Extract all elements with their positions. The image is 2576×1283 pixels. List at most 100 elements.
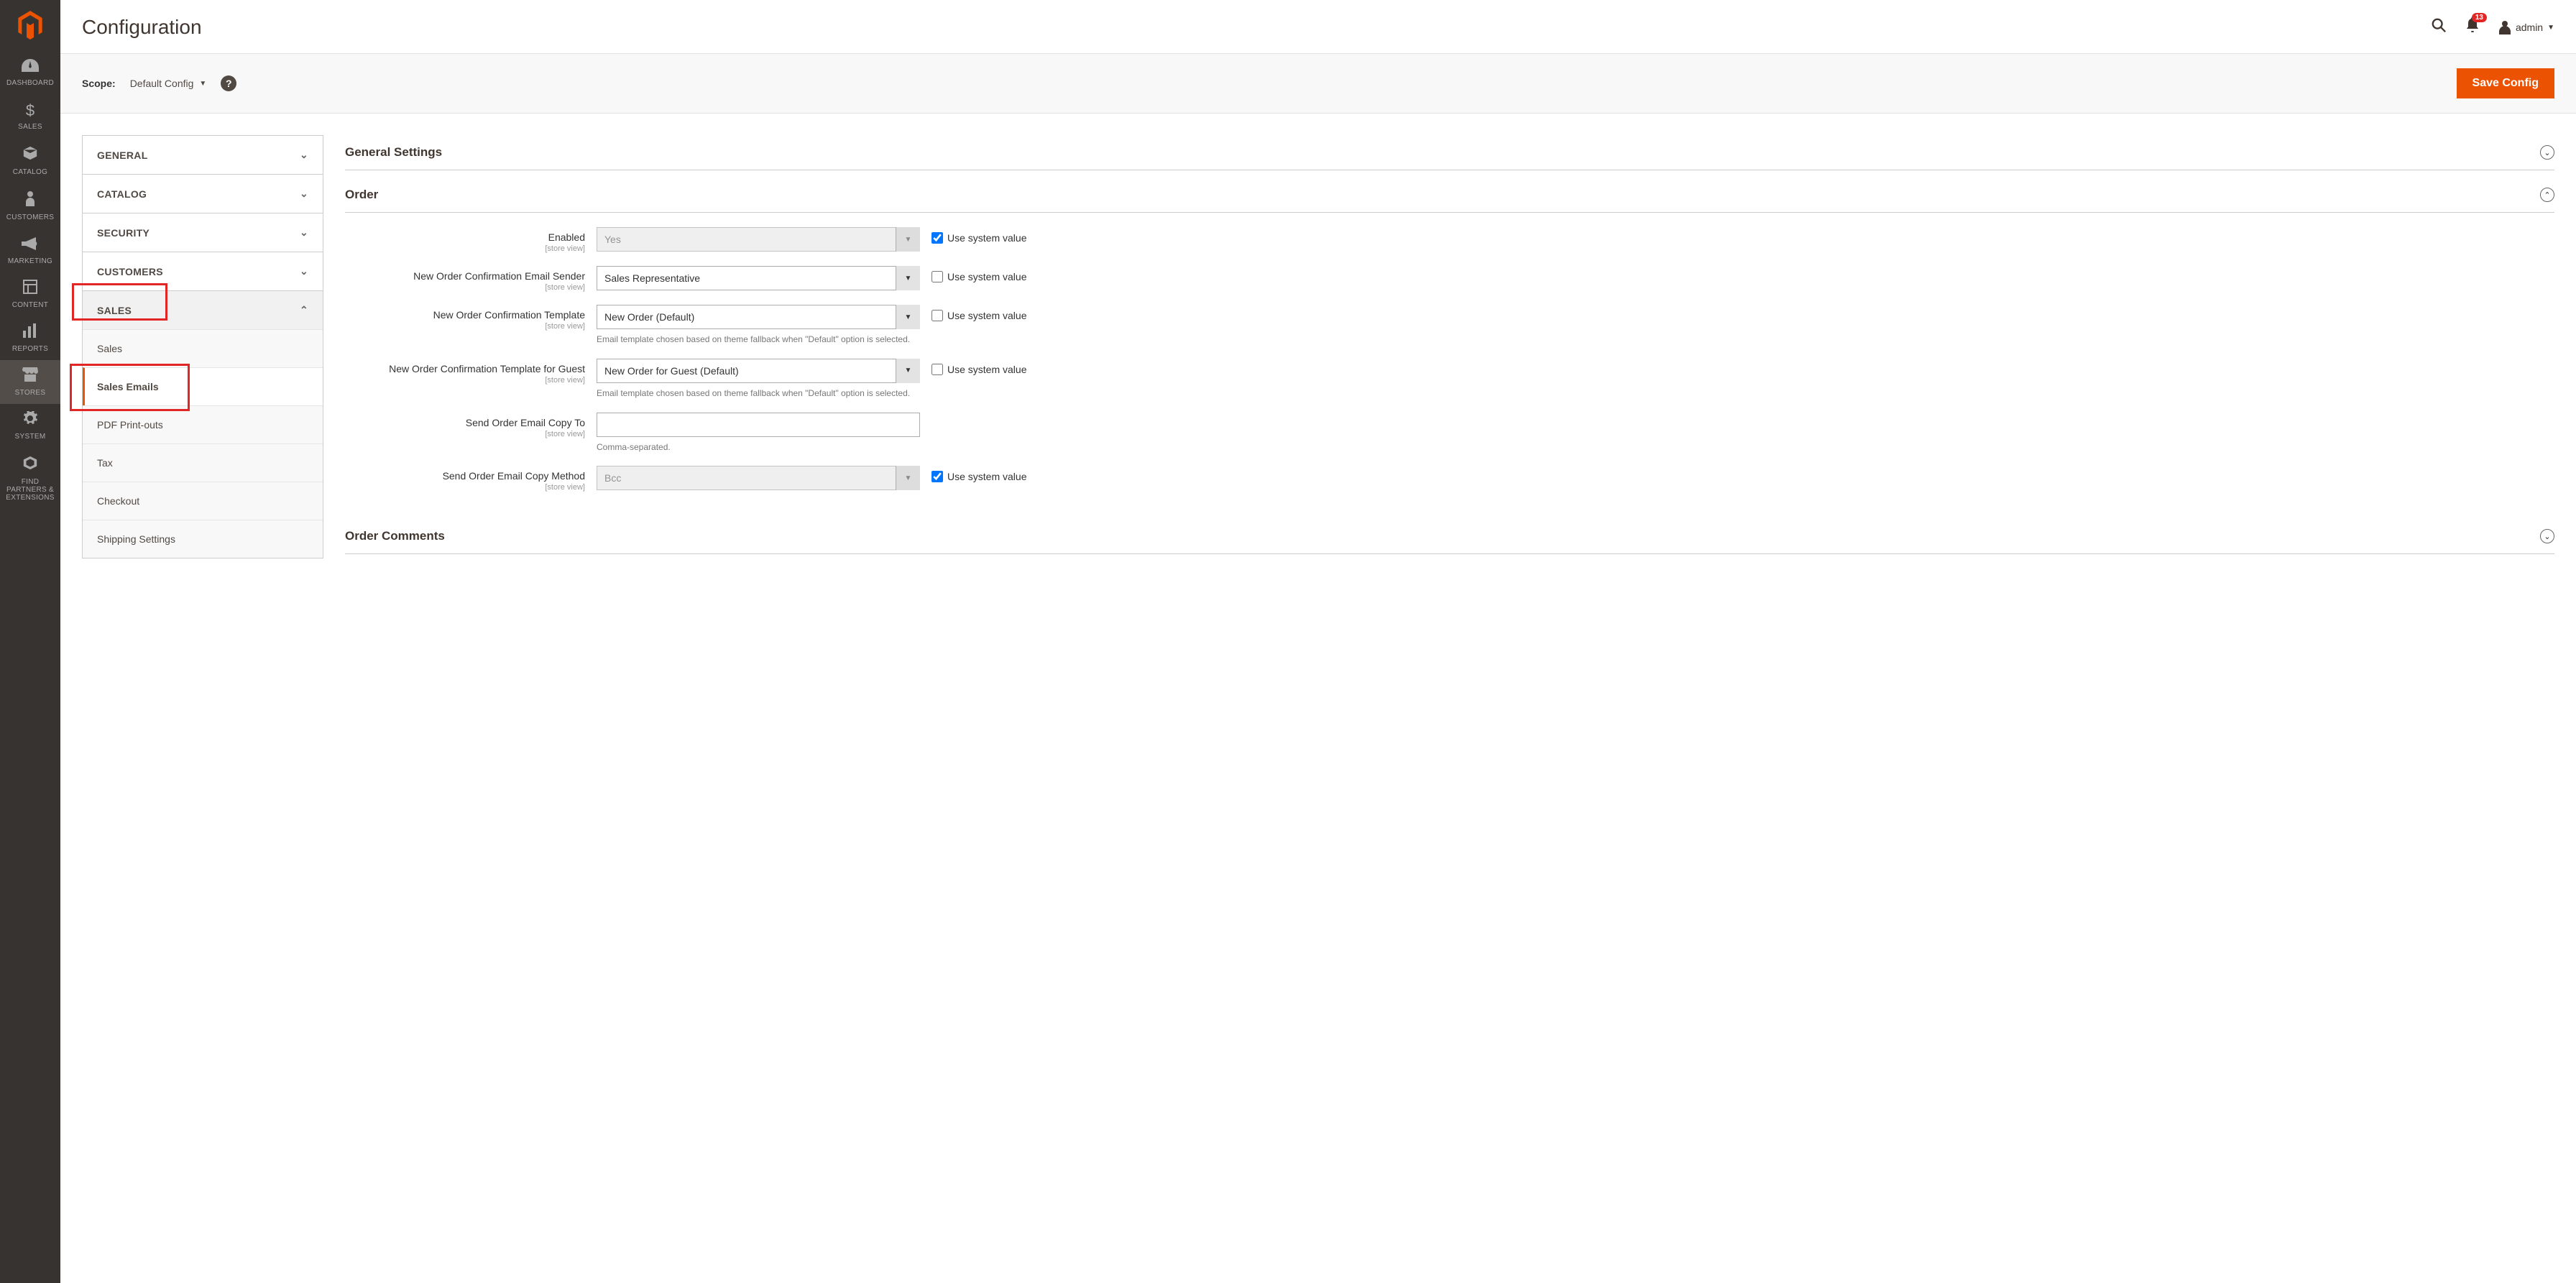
sender-select[interactable]: Sales Representative xyxy=(597,266,920,290)
sidebar-label: DASHBOARD xyxy=(6,79,54,87)
page-title: Configuration xyxy=(82,16,202,39)
sidebar-label: CATALOG xyxy=(13,168,47,176)
section-order[interactable]: Order ⌃ xyxy=(345,178,2554,213)
subtab-pdf-printouts[interactable]: PDF Print-outs xyxy=(83,405,323,443)
tab-label: CUSTOMERS xyxy=(97,266,163,277)
field-scope: [store view] xyxy=(345,322,585,331)
dollar-icon: $ xyxy=(26,101,34,120)
use-system-label[interactable]: Use system value xyxy=(947,364,1026,375)
sidebar-label: REPORTS xyxy=(12,345,48,353)
magento-logo-icon xyxy=(17,11,43,40)
template-guest-select[interactable]: New Order for Guest (Default) xyxy=(597,359,920,383)
use-system-checkbox[interactable] xyxy=(932,232,943,244)
field-scope: [store view] xyxy=(345,430,585,438)
copy-to-input[interactable] xyxy=(597,413,920,437)
field-row-copy-to: Send Order Email Copy To [store view] Co… xyxy=(345,413,2554,454)
use-system-label[interactable]: Use system value xyxy=(947,310,1026,321)
field-note: Comma-separated. xyxy=(597,441,920,454)
template-select[interactable]: New Order (Default) xyxy=(597,305,920,329)
subtab-sales-emails[interactable]: Sales Emails xyxy=(83,367,323,405)
field-label: Send Order Email Copy Method xyxy=(443,470,585,482)
field-scope: [store view] xyxy=(345,483,585,492)
sidebar-label: CONTENT xyxy=(12,301,48,309)
tab-customers[interactable]: CUSTOMERS ⌄ xyxy=(83,252,323,290)
section-general-settings[interactable]: General Settings ⌄ xyxy=(345,135,2554,170)
tab-label: SALES xyxy=(97,305,132,316)
use-system-checkbox[interactable] xyxy=(932,364,943,375)
search-icon[interactable] xyxy=(2431,17,2447,37)
field-scope: [store view] xyxy=(345,283,585,292)
sidebar-item-catalog[interactable]: CATALOG xyxy=(0,138,60,183)
config-tabs: GENERAL ⌄ CATALOG ⌄ SECURITY ⌄ xyxy=(82,135,323,558)
use-system-label[interactable]: Use system value xyxy=(947,471,1026,482)
field-row-copy-method: Send Order Email Copy Method [store view… xyxy=(345,466,2554,492)
field-row-sender: New Order Confirmation Email Sender [sto… xyxy=(345,266,2554,292)
scope-selector[interactable]: Default Config ▼ xyxy=(130,78,207,89)
sidebar-item-system[interactable]: SYSTEM xyxy=(0,404,60,448)
expand-icon: ⌄ xyxy=(2540,145,2554,160)
expand-icon: ⌄ xyxy=(2540,529,2554,543)
page-header: Configuration 13 admin ▼ xyxy=(60,0,2576,53)
tab-label: GENERAL xyxy=(97,150,148,161)
megaphone-icon xyxy=(22,236,39,254)
use-system-checkbox[interactable] xyxy=(932,310,943,321)
sidebar-item-dashboard[interactable]: DASHBOARD xyxy=(0,50,60,94)
chevron-down-icon: ⌄ xyxy=(300,149,308,161)
layout-icon xyxy=(23,280,37,298)
sidebar-label: FIND PARTNERS & EXTENSIONS xyxy=(3,478,58,502)
caret-down-icon: ▼ xyxy=(2547,24,2554,32)
tab-label: SECURITY xyxy=(97,227,150,239)
sidebar-item-customers[interactable]: CUSTOMERS xyxy=(0,183,60,229)
sidebar-item-partners[interactable]: FIND PARTNERS & EXTENSIONS xyxy=(0,448,60,509)
sidebar-item-reports[interactable]: REPORTS xyxy=(0,316,60,360)
chevron-up-icon: ⌃ xyxy=(300,304,308,316)
save-config-button[interactable]: Save Config xyxy=(2457,68,2554,98)
tab-general[interactable]: GENERAL ⌄ xyxy=(83,136,323,174)
sidebar-item-stores[interactable]: STORES xyxy=(0,360,60,404)
notification-badge: 13 xyxy=(2472,13,2487,22)
subtab-tax[interactable]: Tax xyxy=(83,443,323,482)
admin-sidebar: DASHBOARD $ SALES CATALOG CUSTOMERS MARK… xyxy=(0,0,60,1283)
sidebar-label: MARKETING xyxy=(8,257,52,265)
tab-catalog[interactable]: CATALOG ⌄ xyxy=(83,175,323,213)
partners-icon xyxy=(22,455,38,475)
field-label: New Order Confirmation Template for Gues… xyxy=(389,363,585,374)
scope-label: Scope: xyxy=(82,78,116,89)
sidebar-item-content[interactable]: CONTENT xyxy=(0,272,60,316)
use-system-checkbox[interactable] xyxy=(932,471,943,482)
copy-method-select: Bcc xyxy=(597,466,920,490)
subtab-sales[interactable]: Sales xyxy=(83,329,323,367)
admin-user-menu[interactable]: admin ▼ xyxy=(2498,20,2554,35)
subtab-checkout[interactable]: Checkout xyxy=(83,482,323,520)
sidebar-label: STORES xyxy=(15,389,46,397)
sidebar-label: CUSTOMERS xyxy=(6,213,54,221)
gear-icon xyxy=(23,411,37,430)
admin-username: admin xyxy=(2516,22,2543,33)
scope-bar: Scope: Default Config ▼ ? Save Config xyxy=(60,53,2576,114)
use-system-label[interactable]: Use system value xyxy=(947,271,1026,282)
help-icon[interactable]: ? xyxy=(221,75,236,91)
scope-value: Default Config xyxy=(130,78,194,89)
tab-security[interactable]: SECURITY ⌄ xyxy=(83,213,323,252)
collapse-icon: ⌃ xyxy=(2540,188,2554,202)
section-order-comments[interactable]: Order Comments ⌄ xyxy=(345,519,2554,554)
store-icon xyxy=(22,367,38,386)
sidebar-item-sales[interactable]: $ SALES xyxy=(0,94,60,138)
field-row-enabled: Enabled [store view] Yes ▼ Use system va… xyxy=(345,227,2554,253)
tab-sales[interactable]: SALES ⌃ xyxy=(83,291,323,329)
field-row-template: New Order Confirmation Template [store v… xyxy=(345,305,2554,346)
notification-bell-icon[interactable]: 13 xyxy=(2465,17,2480,37)
chevron-down-icon: ⌄ xyxy=(300,265,308,277)
subtab-shipping-settings[interactable]: Shipping Settings xyxy=(83,520,323,558)
box-icon xyxy=(22,145,38,165)
chevron-down-icon: ⌄ xyxy=(300,226,308,239)
section-title: Order xyxy=(345,188,378,202)
sidebar-item-marketing[interactable]: MARKETING xyxy=(0,229,60,272)
field-label: Send Order Email Copy To xyxy=(466,417,585,428)
use-system-checkbox[interactable] xyxy=(932,271,943,282)
sidebar-label: SALES xyxy=(18,123,42,131)
use-system-label[interactable]: Use system value xyxy=(947,232,1026,244)
field-label: New Order Confirmation Email Sender xyxy=(413,270,585,282)
magento-logo[interactable] xyxy=(0,0,60,50)
field-row-template-guest: New Order Confirmation Template for Gues… xyxy=(345,359,2554,400)
